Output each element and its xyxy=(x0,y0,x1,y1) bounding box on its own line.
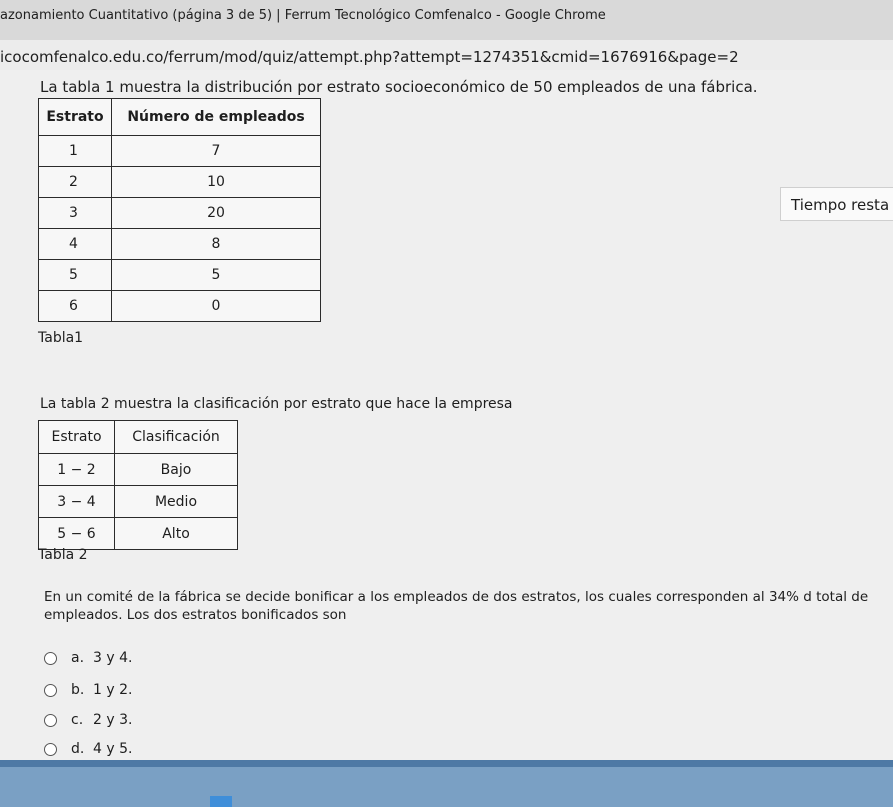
table-cell: 3 xyxy=(38,197,112,229)
window-titlebar: azonamiento Cuantitativo (página 3 de 5)… xyxy=(0,0,893,41)
option-c[interactable]: c. 2 y 3. xyxy=(44,712,132,728)
table-2: Estrato Clasificación 1 − 2 Bajo 3 − 4 M… xyxy=(38,420,238,550)
table-cell: 1 xyxy=(38,135,112,167)
option-letter: a. xyxy=(71,650,85,666)
option-text: 2 y 3. xyxy=(93,712,133,728)
table-row: 2 10 xyxy=(38,166,321,198)
table-cell: 6 xyxy=(38,290,112,322)
question-intro-1: La tabla 1 muestra la distribución por e… xyxy=(40,78,758,96)
table-row: 1 − 2 Bajo xyxy=(38,453,238,486)
table-cell: 4 xyxy=(38,228,112,260)
radio-d[interactable] xyxy=(44,742,57,756)
table-2-caption: Tabla 2 xyxy=(38,547,88,563)
table-1: Estrato Número de empleados 1 7 2 10 3 2… xyxy=(38,98,321,322)
option-b[interactable]: b. 1 y 2. xyxy=(44,682,132,698)
option-letter: d. xyxy=(71,741,85,757)
address-bar[interactable]: icocomfenalco.edu.co/ferrum/mod/quiz/att… xyxy=(0,40,893,70)
table-row: 1 7 xyxy=(38,135,321,167)
option-letter: c. xyxy=(71,712,84,728)
app-icon[interactable] xyxy=(210,796,232,807)
option-text: 4 y 5. xyxy=(93,741,133,757)
table-row: 6 0 xyxy=(38,290,321,322)
table-1-header: Estrato Número de empleados xyxy=(38,98,321,136)
table-cell: 1 − 2 xyxy=(38,453,115,486)
window-title: azonamiento Cuantitativo (página 3 de 5)… xyxy=(0,8,606,23)
table-cell: 2 xyxy=(38,166,112,198)
timer-block: Tiempo resta xyxy=(780,187,893,221)
table-row: 3 20 xyxy=(38,197,321,229)
radio-c[interactable] xyxy=(44,713,57,727)
option-text: 1 y 2. xyxy=(93,682,133,698)
table-cell: 0 xyxy=(111,290,321,322)
radio-a[interactable] xyxy=(44,651,57,665)
quiz-content: La tabla 1 muestra la distribución por e… xyxy=(0,70,893,760)
table-row: 5 5 xyxy=(38,259,321,291)
table-1-header-empleados: Número de empleados xyxy=(111,98,321,136)
table-cell: 5 xyxy=(38,259,112,291)
option-letter: b. xyxy=(71,682,85,698)
table-cell: 5 xyxy=(111,259,321,291)
question-intro-2: La tabla 2 muestra la clasificación por … xyxy=(40,396,513,412)
table-cell: Alto xyxy=(114,517,238,550)
option-a[interactable]: a. 3 y 4. xyxy=(44,650,132,666)
table-1-header-estrato: Estrato xyxy=(38,98,112,136)
table-2-header-clasificacion: Clasificación xyxy=(114,420,238,454)
table-row: 4 8 xyxy=(38,228,321,260)
option-text: 3 y 4. xyxy=(93,650,133,666)
timer-label: Tiempo resta xyxy=(791,196,890,214)
table-row: 3 − 4 Medio xyxy=(38,485,238,518)
table-row: 5 − 6 Alto xyxy=(38,517,238,550)
option-d[interactable]: d. 4 y 5. xyxy=(44,741,132,757)
table-1-caption: Tabla1 xyxy=(38,330,84,346)
question-prompt: En un comité de la fábrica se decide bon… xyxy=(44,589,869,623)
radio-b[interactable] xyxy=(44,683,57,697)
table-cell: 8 xyxy=(111,228,321,260)
table-cell: 10 xyxy=(111,166,321,198)
table-2-header: Estrato Clasificación xyxy=(38,420,238,454)
table-cell: 7 xyxy=(111,135,321,167)
table-cell: 3 − 4 xyxy=(38,485,115,518)
url-text[interactable]: icocomfenalco.edu.co/ferrum/mod/quiz/att… xyxy=(0,48,739,66)
table-cell: Medio xyxy=(114,485,238,518)
table-cell: 20 xyxy=(111,197,321,229)
table-2-header-estrato: Estrato xyxy=(38,420,115,454)
taskbar xyxy=(0,760,893,807)
taskbar-strip xyxy=(0,760,893,767)
table-cell: Bajo xyxy=(114,453,238,486)
table-cell: 5 − 6 xyxy=(38,517,115,550)
